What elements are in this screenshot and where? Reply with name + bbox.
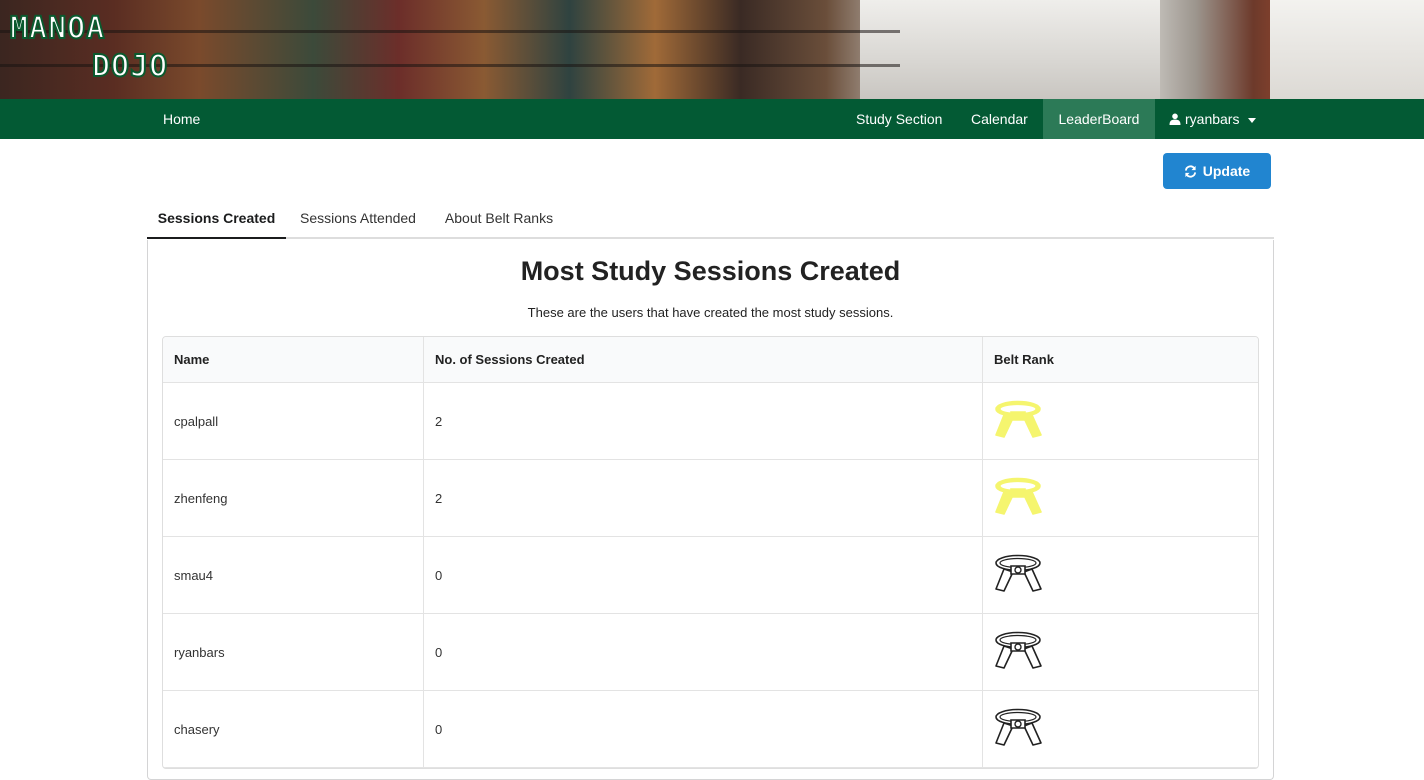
username: ryanbars (1185, 111, 1240, 127)
refresh-icon (1184, 165, 1196, 178)
chevron-down-icon (1248, 117, 1257, 123)
tab-sessions-attended[interactable]: Sessions Attended (286, 199, 430, 239)
user-icon (1169, 113, 1181, 125)
cell-session-count: 0 (423, 614, 982, 691)
banner-window-right (1270, 0, 1424, 99)
cell-belt-rank (982, 614, 1258, 691)
yellow-belt-icon (994, 399, 1044, 443)
column-header-name[interactable]: Name (163, 337, 423, 383)
white-belt-icon (994, 553, 1044, 597)
manoa-dojo-logo[interactable]: MANOA DOJO (9, 11, 186, 90)
cell-session-count: 0 (423, 691, 982, 768)
cell-name: chasery (174, 722, 220, 737)
white-belt-icon (994, 630, 1044, 674)
table-row: zhenfeng 2 (163, 460, 1258, 537)
leaderboard-tabs: Sessions Created Sessions Attended About… (147, 199, 1274, 239)
cell-belt-rank (982, 691, 1258, 768)
column-header-belt-rank[interactable]: Belt Rank (982, 337, 1258, 383)
cell-name: ryanbars (174, 645, 225, 660)
cell-belt-rank (982, 537, 1258, 614)
page-subtitle: These are the users that have created th… (527, 305, 894, 320)
cell-belt-rank (982, 383, 1258, 460)
table-row: chasery 0 (163, 691, 1258, 768)
top-navbar: Home Study Section Calendar LeaderBoard … (0, 99, 1424, 139)
tab-about-belt-ranks[interactable]: About Belt Ranks (430, 199, 568, 239)
cell-session-count: 0 (423, 537, 982, 614)
cell-name: zhenfeng (174, 491, 228, 506)
cell-name: smau4 (174, 568, 214, 583)
nav-calendar[interactable]: Calendar (955, 99, 1044, 139)
leaderboard-table: Name No. of Sessions Created Belt Rank c… (162, 336, 1259, 769)
white-belt-icon (994, 707, 1044, 751)
header-banner: MANOA DOJO (0, 0, 1424, 99)
column-header-sessions[interactable]: No. of Sessions Created (423, 337, 982, 383)
cell-session-count: 2 (423, 460, 982, 537)
tab-sessions-created[interactable]: Sessions Created (147, 199, 286, 239)
nav-home[interactable]: Home (147, 99, 216, 139)
nav-study-section[interactable]: Study Section (840, 99, 958, 139)
nav-leaderboard[interactable]: LeaderBoard (1043, 99, 1155, 139)
update-label: Update (1202, 163, 1251, 179)
cell-name: cpalpall (174, 414, 219, 429)
table-row: ryanbars 0 (163, 614, 1258, 691)
banner-window (860, 0, 1160, 99)
table-header: Name No. of Sessions Created Belt Rank (163, 337, 1258, 383)
page-title: Most Study Sessions Created (520, 256, 901, 286)
table-row: cpalpall 2 (163, 383, 1258, 460)
user-dropdown[interactable]: ryanbars (1155, 99, 1273, 139)
cell-session-count: 2 (423, 383, 982, 460)
yellow-belt-icon (994, 476, 1044, 520)
update-button[interactable]: Update (1163, 153, 1271, 189)
table-row: smau4 0 (163, 537, 1258, 614)
logo-line-2: DOJO (91, 49, 169, 84)
cell-belt-rank (982, 460, 1258, 537)
logo-line-1: MANOA (9, 11, 106, 46)
